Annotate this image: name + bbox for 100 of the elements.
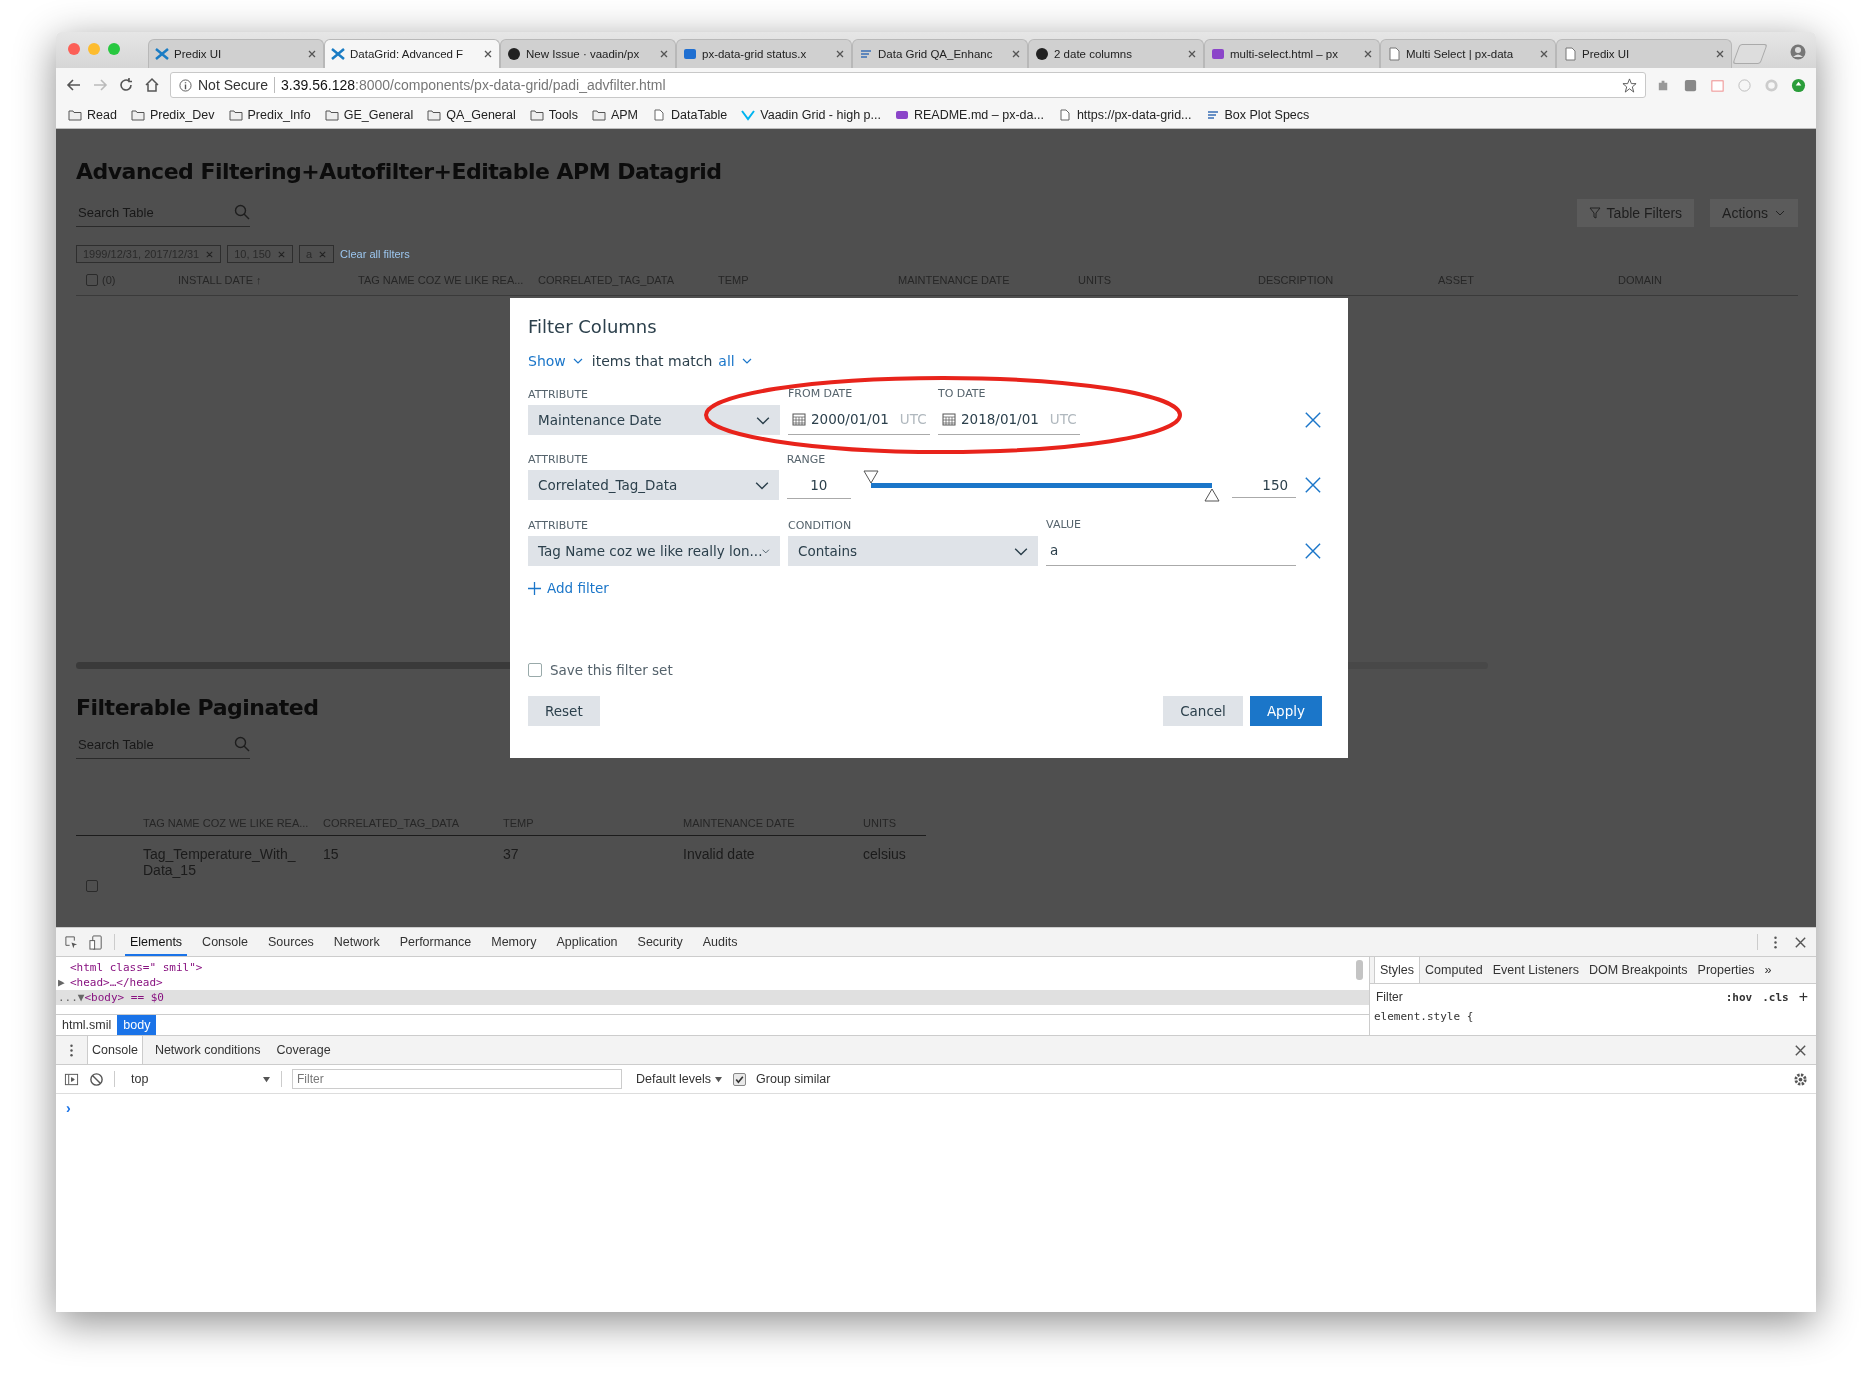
- reset-button[interactable]: Reset: [528, 696, 600, 726]
- bookmark[interactable]: Read: [68, 108, 117, 122]
- match-dropdown[interactable]: all: [718, 353, 753, 369]
- address-bar[interactable]: Not Secure 3.39.56.128:8000/components/px-data-grid/padi_advfilter.html: [170, 72, 1646, 98]
- devtools-tab[interactable]: Application: [551, 928, 623, 956]
- scrollbar-thumb[interactable]: [1356, 960, 1363, 980]
- close-tab-icon[interactable]: [1539, 49, 1549, 59]
- bookmark[interactable]: Vaadin Grid - high p...: [741, 108, 881, 122]
- min-handle[interactable]: [862, 469, 879, 484]
- attribute-dropdown[interactable]: Maintenance Date: [528, 405, 780, 435]
- breadcrumb[interactable]: body: [117, 1015, 157, 1035]
- devtools-tab[interactable]: Sources: [263, 928, 319, 956]
- bookmark[interactable]: Predix_Info: [228, 108, 311, 122]
- devtools-tab[interactable]: Security: [632, 928, 688, 956]
- row-checkbox[interactable]: [86, 880, 98, 892]
- back-icon[interactable]: [66, 77, 82, 93]
- attribute-dropdown[interactable]: Tag Name coz we like really lon...: [528, 536, 780, 566]
- bookmark[interactable]: README.md – px-da...: [894, 108, 1044, 122]
- home-icon[interactable]: [144, 77, 160, 93]
- browser-tab[interactable]: multi-select.html – px: [1204, 39, 1380, 68]
- styles-tab[interactable]: Event Listeners: [1487, 957, 1584, 983]
- styles-tab[interactable]: DOM Breakpoints: [1583, 957, 1693, 983]
- remove-filter-icon[interactable]: [1304, 476, 1322, 494]
- devtools-tab[interactable]: Elements: [125, 928, 188, 956]
- settings-icon[interactable]: [1793, 1071, 1808, 1087]
- bookmark[interactable]: QA_General: [427, 108, 516, 122]
- reload-icon[interactable]: [118, 77, 134, 93]
- new-rule-button[interactable]: +: [1798, 988, 1808, 1006]
- bookmark[interactable]: Tools: [529, 108, 578, 122]
- bookmark[interactable]: GE_General: [324, 108, 414, 122]
- clear-console-icon[interactable]: [89, 1071, 104, 1087]
- select-all-checkbox[interactable]: [86, 274, 98, 286]
- add-filter-link[interactable]: Add filter: [528, 580, 609, 596]
- close-tab-icon[interactable]: [483, 49, 493, 59]
- close-tab-icon[interactable]: [307, 49, 317, 59]
- more-tabs-button[interactable]: »: [1759, 957, 1777, 983]
- apply-button[interactable]: Apply: [1249, 696, 1322, 726]
- max-handle[interactable]: [1204, 487, 1221, 502]
- hov-button[interactable]: :hov: [1725, 990, 1753, 1004]
- drawer-tab[interactable]: Console: [87, 1036, 143, 1064]
- browser-tab[interactable]: DataGrid: Advanced F: [324, 39, 500, 68]
- console-prompt[interactable]: ›: [66, 1100, 71, 1116]
- max-field[interactable]: 150: [1232, 472, 1297, 498]
- group-similar-checkbox[interactable]: [733, 1072, 747, 1086]
- dom-node[interactable]: ...▼<body> == $0: [56, 990, 1369, 1005]
- extension-icon[interactable]: [1683, 77, 1698, 93]
- cancel-button[interactable]: Cancel: [1163, 696, 1243, 726]
- save-checkbox[interactable]: [528, 663, 542, 677]
- bookmark[interactable]: Predix_Dev: [130, 108, 215, 122]
- remove-filter-icon[interactable]: [1304, 542, 1322, 560]
- cls-button[interactable]: .cls: [1762, 990, 1789, 1004]
- show-dropdown[interactable]: Show: [528, 353, 584, 369]
- value-field[interactable]: a: [1046, 535, 1297, 566]
- device-icon[interactable]: [89, 934, 104, 950]
- bookmark[interactable]: APM: [591, 108, 638, 122]
- close-tab-icon[interactable]: [1011, 49, 1021, 59]
- bookmark[interactable]: Box Plot Specs: [1205, 108, 1310, 122]
- close-tab-icon[interactable]: [1363, 49, 1373, 59]
- browser-tab[interactable]: 2 date columns: [1028, 39, 1204, 68]
- levels-dropdown[interactable]: Default levels: [636, 1072, 724, 1086]
- browser-tab[interactable]: Predix UI: [148, 39, 324, 68]
- drawer-tab[interactable]: Network conditions: [150, 1036, 265, 1064]
- browser-tab[interactable]: New Issue · vaadin/px: [500, 39, 676, 68]
- profile-icon[interactable]: [1790, 44, 1806, 60]
- close-tab-icon[interactable]: [659, 49, 669, 59]
- remove-filter-icon[interactable]: [1304, 411, 1322, 429]
- devtools-tab[interactable]: Performance: [394, 928, 477, 956]
- console-filter-field[interactable]: Filter: [292, 1069, 622, 1089]
- min-field[interactable]: 10: [786, 471, 851, 499]
- browser-tab[interactable]: Multi Select | px-data: [1380, 39, 1556, 68]
- close-tab-icon[interactable]: [1187, 49, 1197, 59]
- attribute-dropdown[interactable]: Correlated_Tag_Data: [528, 470, 779, 500]
- info-icon[interactable]: [179, 78, 192, 92]
- inspect-icon[interactable]: [64, 934, 79, 950]
- close-tab-icon[interactable]: [835, 49, 845, 59]
- breadcrumb[interactable]: html.smil: [56, 1015, 118, 1035]
- devtools-tab[interactable]: Memory: [486, 928, 542, 956]
- devtools-tab[interactable]: Console: [197, 928, 253, 956]
- styles-tab[interactable]: Properties: [1692, 957, 1760, 983]
- date-field[interactable]: 2018/01/01 UTC: [938, 404, 1080, 435]
- close-tab-icon[interactable]: [1715, 49, 1725, 59]
- extension-icon[interactable]: [1791, 77, 1806, 93]
- devtools-tab[interactable]: Network: [328, 928, 385, 956]
- browser-tab[interactable]: Predix UI: [1556, 39, 1732, 68]
- browser-tab[interactable]: px-data-grid status.x: [676, 39, 852, 68]
- drawer-tab[interactable]: Coverage: [272, 1036, 335, 1064]
- dom-node[interactable]: <html class=" smil">: [56, 960, 1369, 975]
- close-window-button[interactable]: [68, 43, 80, 55]
- clear-all-filters-link[interactable]: Clear all filters: [340, 248, 410, 260]
- date-field[interactable]: 2000/01/01 UTC: [788, 404, 930, 435]
- bookmark[interactable]: https://px-data-grid...: [1057, 108, 1192, 122]
- styles-tab[interactable]: Computed: [1420, 957, 1488, 983]
- dom-node[interactable]: ▶ <head>…</head>: [56, 975, 1369, 990]
- context-dropdown[interactable]: top: [125, 1072, 271, 1086]
- bookmark[interactable]: DataTable: [652, 108, 728, 122]
- sidebar-icon[interactable]: [64, 1071, 79, 1087]
- condition-dropdown[interactable]: Contains: [788, 536, 1039, 566]
- devtools-tab[interactable]: Audits: [697, 928, 743, 956]
- styles-tab[interactable]: Styles: [1374, 957, 1421, 983]
- bookmark-star-icon[interactable]: [1622, 77, 1637, 93]
